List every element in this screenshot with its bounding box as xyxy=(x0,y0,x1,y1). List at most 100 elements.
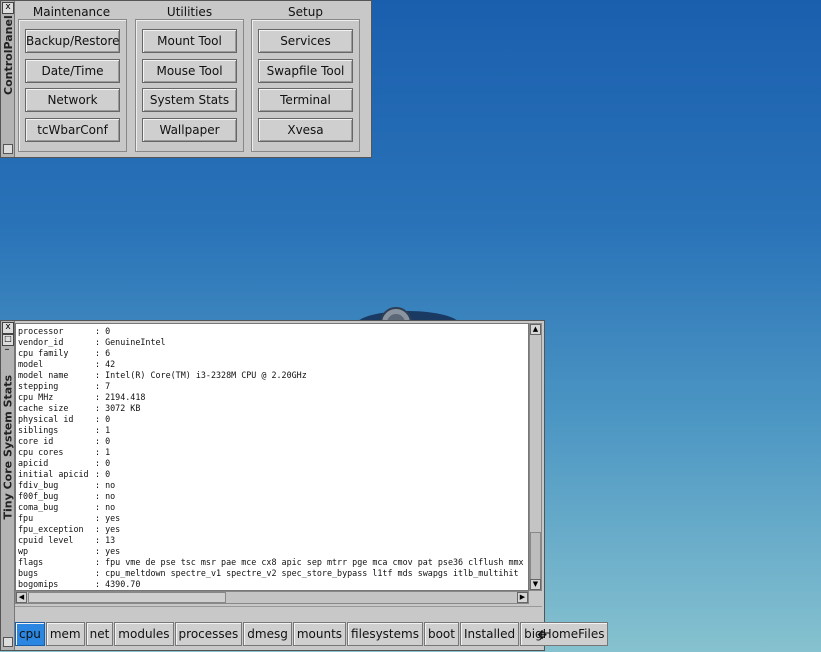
control-panel-titlebar[interactable]: x – ControlPanel xyxy=(1,1,15,157)
cpu-info-value: : 1 xyxy=(95,425,111,435)
swapfile-tool-button[interactable]: Swapfile Tool xyxy=(258,59,353,83)
cpu-info-line: cpuid level: 13 xyxy=(18,535,528,546)
tab-processes[interactable]: processes xyxy=(174,622,243,646)
cpu-info-key: processor xyxy=(18,326,64,336)
cpu-info-key: model name xyxy=(18,370,69,380)
cpu-info-key: stepping xyxy=(18,381,59,391)
terminal-server-button[interactable]: Terminal Server xyxy=(258,88,353,130)
mount-tool-button[interactable]: Mount Tool xyxy=(142,29,237,53)
tab-filesystems[interactable]: filesystems xyxy=(347,622,423,646)
cpu-info-value: : 0 xyxy=(95,436,111,446)
cpu-info-value: : 0 xyxy=(95,326,111,336)
tab-boot[interactable]: boot xyxy=(423,622,459,646)
cpu-info-value: : 4390.70 xyxy=(95,579,141,589)
control-panel-window: x – ControlPanel Maintenance Utilities S… xyxy=(0,0,372,158)
cpu-info-key: core id xyxy=(18,436,54,446)
cpu-info-key: wp xyxy=(18,546,29,556)
mouse-tool-button[interactable]: Mouse Tool xyxy=(142,59,237,83)
tab-separator xyxy=(15,606,542,621)
cpu-info-value: : yes xyxy=(95,524,121,534)
cpu-info-line: cache size : 3072 KB xyxy=(18,403,528,414)
cpu-info-line: cpu MHz : 2194.418 xyxy=(18,392,528,403)
tab-mounts[interactable]: mounts xyxy=(292,622,347,646)
window-menu-icon[interactable] xyxy=(3,637,13,647)
group-heading-maintenance: Maintenance xyxy=(32,5,111,19)
wallpaper-button[interactable]: Wallpaper xyxy=(142,118,237,142)
group-heading-setup: Setup xyxy=(288,5,323,19)
group-heading-utilities: Utilities xyxy=(166,5,213,19)
cpu-info-key: physical id xyxy=(18,414,74,424)
tab-dmesg[interactable]: dmesg xyxy=(243,622,292,646)
cpu-info-line: fpu_exception : yes xyxy=(18,524,528,535)
vertical-scroll-thumb[interactable] xyxy=(530,532,541,580)
close-icon[interactable]: x xyxy=(2,322,14,334)
cpu-info-value: : 1 xyxy=(95,447,111,457)
cpu-info-line: model: 42 xyxy=(18,359,528,370)
cpu-info-key: coma_bug xyxy=(18,502,59,512)
cpu-info-key: cpu MHz xyxy=(18,392,54,402)
cpu-info-value: : 0 xyxy=(95,414,111,424)
cpu-info-line: f00f_bug : no xyxy=(18,491,528,502)
cpu-info-key: flags xyxy=(18,557,44,567)
cpu-info-value: : no xyxy=(95,480,116,490)
cpu-info-text-area[interactable]: processor: 0 vendor_id: GenuineIntel cpu f… xyxy=(15,323,529,591)
scroll-down-icon[interactable]: ▼ xyxy=(530,579,541,590)
cpu-info-value: : 3072 KB xyxy=(95,403,141,413)
cpu-info-key: cpu cores xyxy=(18,447,64,457)
tab-modules[interactable]: modules xyxy=(114,622,174,646)
window-menu-icon[interactable] xyxy=(3,144,13,154)
cpu-info-value: : no xyxy=(95,502,116,512)
minimize-icon[interactable]: – xyxy=(2,345,12,356)
cpu-info-value: : yes xyxy=(95,546,121,556)
cpu-info-key: bugs xyxy=(18,568,39,578)
services-button[interactable]: Services xyxy=(258,29,353,53)
cpu-info-line: core id : 0 xyxy=(18,436,528,447)
cpu-info-value: : 2194.418 xyxy=(95,392,146,402)
cpu-info-lines: processor: 0 vendor_id: GenuineIntel cpu f… xyxy=(18,326,529,590)
cpu-info-line: coma_bug : no xyxy=(18,502,528,513)
tab-mem[interactable]: mem xyxy=(45,622,85,646)
cpu-info-line: cpu cores : 1 xyxy=(18,447,528,458)
system-stats-button[interactable]: System Stats xyxy=(142,88,237,112)
scroll-right-icon[interactable]: ▶ xyxy=(517,592,528,603)
cpu-info-line: cpu family: 6 xyxy=(18,348,528,359)
group-utilities: Mount Tool Mouse Tool System Stats Wallp… xyxy=(135,19,244,152)
tab-installed[interactable]: Installed xyxy=(459,622,520,646)
cpu-info-value: : cpu_meltdown spectre_v1 spectre_v2 spe… xyxy=(95,568,519,578)
cpu-info-key: fpu_exception xyxy=(18,524,84,534)
system-stats-window: x □ – Tiny Core System Stats processor : … xyxy=(0,320,609,651)
cpu-info-value: : 42 xyxy=(95,359,116,369)
scroll-up-icon[interactable]: ▲ xyxy=(530,324,541,335)
horizontal-scroll-thumb[interactable] xyxy=(28,592,226,603)
cpu-info-key: cpuid level xyxy=(18,535,74,545)
cpu-info-key: siblings xyxy=(18,425,59,435)
horizontal-scrollbar[interactable]: ◀ ▶ xyxy=(15,591,529,604)
stats-tab-bar: cpu mem net modules processes dmesg mounts file… xyxy=(15,622,609,649)
date-time-button[interactable]: Date/Time xyxy=(25,59,120,83)
network-button[interactable]: Network xyxy=(25,88,120,112)
cpu-info-line: fpu: yes xyxy=(18,513,528,524)
cpu-info-key: f00f_bug xyxy=(18,491,59,501)
cpu-info-key: fdiv_bug xyxy=(18,480,59,490)
xvesa-button[interactable]: Xvesa xyxy=(258,118,353,142)
window-title: Tiny Core System Stats xyxy=(1,374,15,520)
cpu-info-line: model name: Intel(R) Core(TM) i3-2328M C… xyxy=(18,370,528,381)
tab-net[interactable]: net xyxy=(85,622,114,646)
system-stats-titlebar[interactable]: x □ – Tiny Core System Stats xyxy=(1,321,15,650)
group-maintenance: Backup/Restore Date/Time Network tcWbarC… xyxy=(18,19,127,152)
resize-handle-icon[interactable]: ✥ xyxy=(537,628,547,642)
backup-restore-button[interactable]: Backup/Restore xyxy=(25,29,120,53)
cpu-info-line: physical id : 0 xyxy=(18,414,528,425)
vertical-scrollbar[interactable]: ▲ ▼ xyxy=(529,323,542,591)
scroll-left-icon[interactable]: ◀ xyxy=(16,592,27,603)
cpu-info-value: : fpu vme de pse tsc msr pae mce cx8 api… xyxy=(95,557,529,567)
cpu-info-value: : no xyxy=(95,491,116,501)
tcwbarconf-button[interactable]: tcWbarConf xyxy=(25,118,120,142)
cpu-info-value: : 7 xyxy=(95,381,111,391)
cpu-info-key: apicid xyxy=(18,458,49,468)
cpu-info-line: initial apicid: 0 xyxy=(18,469,528,480)
cpu-info-key: cache size xyxy=(18,403,69,413)
tab-cpu[interactable]: cpu xyxy=(15,622,45,646)
tab-bighomefiles[interactable]: bigHomeFiles xyxy=(520,622,609,646)
cpu-info-line: apicid: 0 xyxy=(18,458,528,469)
